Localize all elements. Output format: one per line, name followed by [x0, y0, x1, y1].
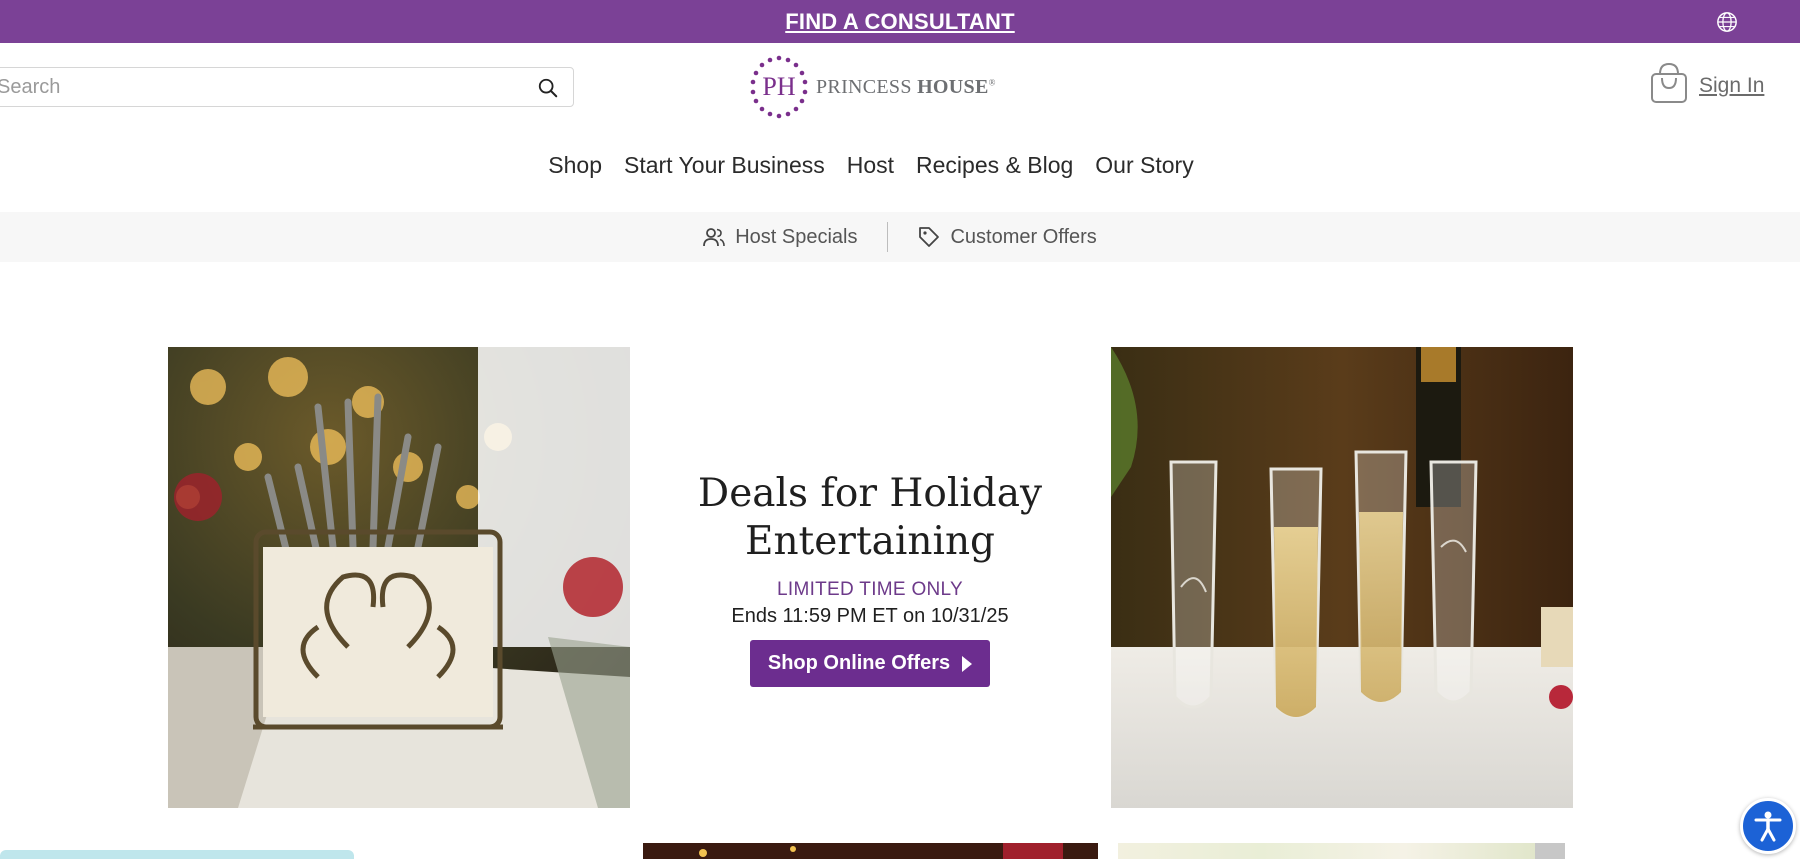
nav-host[interactable]: Host: [847, 152, 894, 179]
top-announcement-bar: FIND A CONSULTANT: [0, 0, 1800, 43]
scroll-indicator: [1535, 843, 1565, 859]
logo-wordmark: PRINCESS HOUSE®: [816, 76, 996, 99]
logo-monogram: PH: [762, 72, 796, 101]
hero-image-champagne-flutes[interactable]: [1111, 347, 1573, 808]
play-arrow-icon: [962, 655, 973, 672]
accessibility-button[interactable]: [1740, 798, 1796, 854]
limited-time-label: LIMITED TIME ONLY: [777, 579, 963, 600]
promo-title-line1: Deals for Holiday: [697, 471, 1043, 516]
host-specials-link[interactable]: Host Specials: [703, 226, 857, 249]
nav-start-your-business[interactable]: Start Your Business: [624, 152, 825, 179]
customer-offers-link[interactable]: Customer Offers: [918, 225, 1097, 249]
logo-mark: PH: [748, 54, 810, 120]
promo-title-line2: Entertaining: [744, 519, 996, 564]
search-box: [0, 67, 574, 107]
main-navigation: Shop Start Your Business Host Recipes & …: [0, 152, 1800, 179]
search-icon[interactable]: [537, 77, 559, 99]
logo-brand-light: PRINCESS: [816, 75, 918, 98]
bottom-banner-left: [0, 850, 354, 859]
princess-house-logo[interactable]: PH PRINCESS HOUSE®: [748, 52, 996, 122]
shop-online-offers-label: Shop Online Offers: [767, 652, 951, 674]
holiday-promo: Deals for Holiday Entertaining LIMITED T…: [640, 470, 1100, 687]
sign-in-link[interactable]: Sign In: [1699, 74, 1764, 98]
logo-brand-bold: HOUSE: [917, 75, 989, 98]
shop-online-offers-button[interactable]: Shop Online Offers: [749, 640, 991, 687]
host-specials-label: Host Specials: [735, 225, 858, 248]
bottom-banner-center: [643, 843, 1098, 859]
people-icon: [703, 228, 725, 247]
subnav-divider: [887, 222, 889, 252]
search-input[interactable]: [0, 74, 511, 100]
nav-our-story[interactable]: Our Story: [1095, 152, 1193, 179]
shopping-bag-icon[interactable]: [1650, 62, 1688, 104]
tag-icon: [919, 227, 940, 247]
customer-offers-label: Customer Offers: [950, 225, 1097, 248]
find-consultant-link[interactable]: FIND A CONSULTANT: [785, 9, 1014, 35]
globe-icon[interactable]: [1716, 11, 1738, 33]
offer-end-date: Ends 11:59 PM ET on 10/31/25: [731, 605, 1009, 627]
accessibility-icon: [1754, 811, 1782, 842]
nav-recipes-blog[interactable]: Recipes & Blog: [916, 152, 1073, 179]
bottom-banner-right: [1118, 843, 1548, 859]
sub-navigation: Host Specials Customer Offers: [0, 212, 1800, 262]
hero-image-utensil-caddy[interactable]: [168, 347, 630, 808]
logo-trademark: ®: [988, 76, 996, 87]
nav-shop[interactable]: Shop: [548, 152, 602, 179]
promo-title: Deals for Holiday Entertaining: [640, 470, 1100, 566]
